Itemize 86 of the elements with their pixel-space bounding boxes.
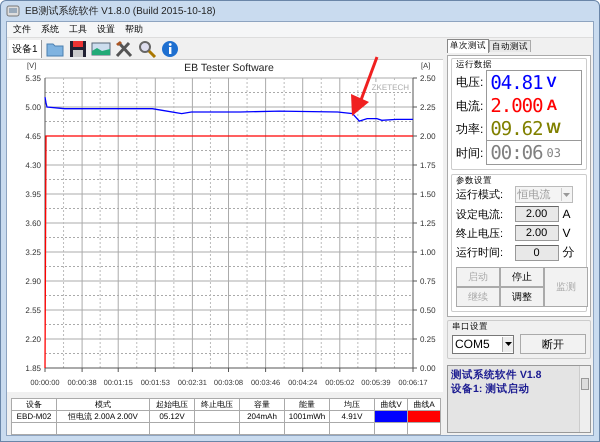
info-icon[interactable] <box>160 40 180 58</box>
field-label: 终止电压: <box>456 226 504 240</box>
window-title: EB测试系统软件 V1.8.0 (Build 2015-10-18) <box>25 4 216 18</box>
unit-label: 分 <box>562 244 576 261</box>
field-label: 电压: <box>456 74 484 91</box>
scrollbar[interactable] <box>579 366 590 432</box>
column-header: 模式 <box>56 398 150 410</box>
axis-tick-label: 3.95 <box>25 190 41 199</box>
app-icon <box>6 4 20 18</box>
column-header: 终止电压 <box>194 398 240 410</box>
axis-tick-label: 2.55 <box>25 306 41 315</box>
axis-tick-label: 0.50 <box>420 306 436 315</box>
chart-title: EB Tester Software <box>184 62 274 74</box>
column-header: 设备 <box>12 398 56 410</box>
column-header: 容量 <box>240 398 284 410</box>
axis-tick-label: 0.25 <box>420 335 436 344</box>
field-label: 运行模式: <box>456 188 504 202</box>
axis-tick-label: 1.00 <box>420 248 436 257</box>
reading-unit: W <box>546 120 561 137</box>
axis-tick-label: 3.25 <box>25 248 41 257</box>
chart-logo-text: ZKETECH <box>372 83 409 92</box>
menu-item[interactable]: 设置 <box>97 23 115 37</box>
reading-value: 04.81 <box>490 72 543 94</box>
reading-unit: 03 <box>546 146 561 160</box>
save-icon[interactable] <box>68 40 88 58</box>
group-title: 串口设置 <box>452 321 489 332</box>
axis-tick-label: 2.90 <box>25 277 41 286</box>
search-icon[interactable] <box>136 40 157 58</box>
axis-tick-label: 2.25 <box>420 103 436 112</box>
column-header: 均压 <box>330 398 374 410</box>
field-label: 功率: <box>456 121 484 138</box>
axis-tick-label: 0.75 <box>420 277 436 286</box>
reading-value: 00:06 <box>490 142 543 164</box>
table-cell: 1001mWh <box>284 410 330 422</box>
tools-icon[interactable] <box>114 40 134 58</box>
picture-icon[interactable] <box>90 40 111 58</box>
port-dropdown[interactable]: COM5 <box>452 334 514 354</box>
group-title: 参数设置 <box>456 175 493 186</box>
scroll-thumb[interactable] <box>581 378 589 390</box>
axis-tick-label: 1.25 <box>420 219 436 228</box>
control-button[interactable]: 调整 <box>500 287 544 307</box>
table-cell: EBD-M02 <box>12 410 56 422</box>
axis-tick-label: 3.60 <box>25 219 41 228</box>
table-cell: 4.91V <box>330 410 374 422</box>
axis-tick-label: 2.20 <box>25 335 41 344</box>
column-header: 起始电压 <box>150 398 194 410</box>
caret-icon[interactable] <box>502 336 513 352</box>
table-cell: 204mAh <box>240 410 284 422</box>
axis-tick-label: 2.50 <box>420 74 436 83</box>
axis-tick-label: 1.85 <box>25 364 41 373</box>
group-title: 运行数据 <box>456 59 493 70</box>
input-field[interactable]: 0 <box>514 244 559 260</box>
reading-value: 2.000 <box>490 94 543 116</box>
axis-tick-label: 5.35 <box>25 74 41 83</box>
axis-tick-label: 1.50 <box>420 190 436 199</box>
menu-item[interactable]: 工具 <box>69 23 87 37</box>
disconnect-button[interactable]: 断开 <box>520 334 586 354</box>
field-label: 设定电流: <box>456 208 504 222</box>
axis-tick-label: 5.00 <box>25 103 41 112</box>
axis-tick-label: 4.30 <box>25 161 41 170</box>
axis-tick-label: 4.65 <box>25 132 41 141</box>
column-header: 能量 <box>284 398 330 410</box>
reading-value: 09.62 <box>490 118 543 140</box>
field-label: 时间: <box>456 145 484 162</box>
device-tab[interactable]: 设备1 <box>9 40 42 58</box>
axis-tick-label: 2.00 <box>420 132 436 141</box>
table-cell: 恒电流 2.00A 2.00V <box>56 410 150 422</box>
menu-item[interactable]: 文件 <box>13 23 31 37</box>
menu-item[interactable]: 帮助 <box>125 23 143 37</box>
input-field[interactable]: 2.00 <box>514 225 559 241</box>
axis-tick-label: 1.75 <box>420 161 436 170</box>
tab[interactable]: 自动测试 <box>489 40 531 52</box>
unit-label: V <box>562 226 572 240</box>
table-cell: 05.12V <box>150 410 194 422</box>
reading-unit: V <box>546 74 557 91</box>
axis-tick-label: 0.00 <box>420 364 436 373</box>
unit-label: A <box>562 207 572 221</box>
field-label: 电流: <box>456 98 484 115</box>
field-label: 运行时间: <box>456 246 504 260</box>
control-button[interactable]: 停止 <box>500 267 544 287</box>
reading-unit: A <box>546 97 558 114</box>
menu-item[interactable]: 系统 <box>41 23 59 37</box>
tab[interactable]: 单次测试 <box>447 39 489 53</box>
log-line: 测试系统软件 V1.8 <box>451 368 543 382</box>
input-field[interactable]: 2.00 <box>514 206 559 222</box>
log-line: 设备1: 测试启动 <box>451 382 530 396</box>
